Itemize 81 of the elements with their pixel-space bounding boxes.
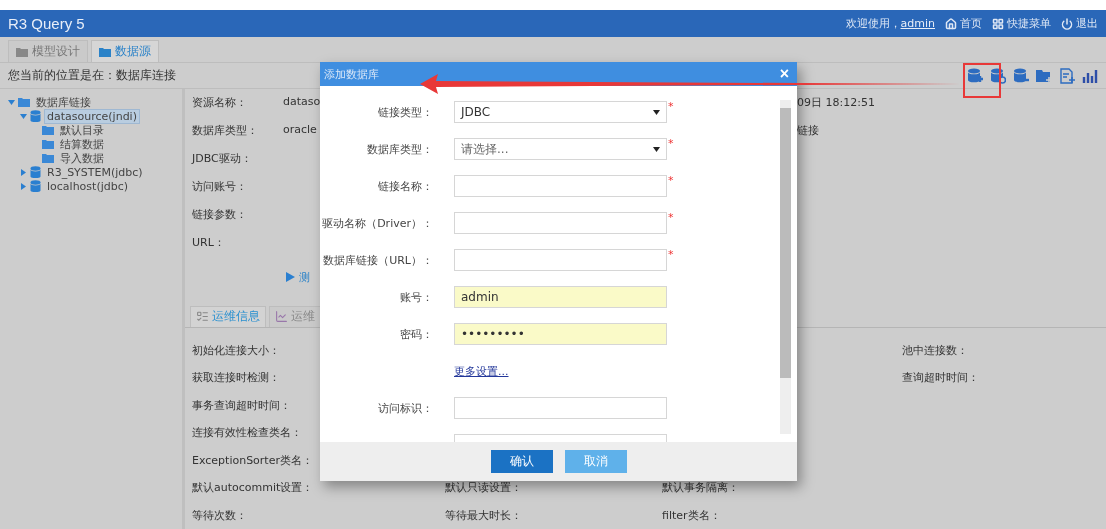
input-field[interactable] — [454, 175, 667, 197]
scrollbar[interactable] — [780, 100, 791, 434]
field-label: 链接名称： — [377, 178, 433, 194]
grid-icon — [992, 17, 1004, 30]
power-icon — [1061, 17, 1073, 30]
field-label: JDBC驱动： — [192, 151, 252, 167]
folder-icon — [18, 97, 30, 107]
field-label: 等待次数： — [192, 507, 247, 523]
field-value: oracle — [283, 123, 317, 138]
select-field[interactable]: JDBC — [454, 101, 667, 123]
dropdown-icon — [653, 146, 660, 152]
database-minus-icon[interactable] — [1013, 67, 1029, 84]
list-icon — [196, 310, 209, 323]
user-link[interactable]: admin — [900, 17, 935, 30]
input-field[interactable] — [454, 397, 667, 419]
field-label: 链接参数： — [192, 207, 247, 223]
field-label: 数据库类型： — [366, 141, 433, 157]
field-label: 链接类型： — [377, 104, 433, 120]
bar-chart-icon[interactable] — [1082, 67, 1098, 84]
line-chart-icon — [275, 310, 288, 323]
field-label: 默认事务隔离： — [662, 480, 739, 496]
folder-icon — [99, 46, 111, 57]
input-field[interactable]: admin — [454, 286, 667, 308]
confirm-button[interactable]: 确认 — [490, 450, 553, 473]
folder-icon — [42, 153, 54, 163]
required-mark: * — [668, 211, 674, 224]
field-label: 初始化连接大小： — [192, 342, 280, 358]
field-label: 访问账号： — [192, 179, 247, 195]
required-mark: * — [668, 100, 674, 113]
field-label: 数据库链接（URL）： — [322, 252, 433, 268]
app-title: R3 Query 5 — [8, 15, 85, 32]
document-plus-icon[interactable] — [1059, 67, 1075, 84]
field-label: 池中连接数： — [902, 342, 968, 358]
header-link[interactable]: 快捷菜单 — [992, 16, 1051, 31]
input-field[interactable] — [454, 212, 667, 234]
tree-item[interactable]: 数据库链接 — [33, 93, 94, 111]
folder-icon — [42, 139, 54, 149]
field-label: 密码： — [399, 326, 433, 342]
play-icon — [286, 272, 295, 282]
field-label: 访问标识： — [377, 400, 433, 416]
field-value: 链接 — [797, 123, 819, 139]
tree-item[interactable]: localhost(jdbc) — [44, 178, 132, 194]
tree-item[interactable]: datasource(jndi) — [44, 108, 140, 124]
field-label: 等待最大时长： — [445, 507, 522, 523]
field-label: 事务查询超时时间： — [192, 397, 291, 413]
highlight-annotation — [963, 63, 1001, 98]
field-label: 连接有效性检查类名： — [192, 425, 302, 441]
field-label: 查询超时时间： — [902, 370, 979, 386]
field-label: ExceptionSorter类名： — [192, 452, 313, 468]
input-field[interactable] — [454, 249, 667, 271]
tree-item[interactable]: R3_SYSTEM(jdbc) — [44, 164, 146, 180]
field-label: 账号： — [399, 289, 433, 305]
field-label: 驱动名称（Driver）： — [321, 215, 433, 231]
database-icon — [30, 180, 41, 192]
field-label: 获取连接时检测： — [192, 370, 280, 386]
database-icon — [30, 166, 41, 178]
greeting-text: 欢迎使用， — [845, 16, 901, 31]
input-field[interactable]: ••••••••• — [454, 323, 667, 345]
more-settings-link[interactable]: 更多设置... — [454, 363, 509, 379]
required-mark: * — [668, 174, 674, 187]
required-mark: * — [668, 248, 674, 261]
folder-plus-icon[interactable] — [1036, 67, 1052, 84]
select-field[interactable]: 请选择... — [454, 138, 667, 160]
field-label: 数据库类型： — [192, 123, 258, 139]
field-value: dataso — [283, 95, 321, 110]
close-button[interactable]: × — [779, 66, 789, 82]
required-mark: * — [668, 137, 674, 150]
field-label: URL： — [192, 235, 225, 251]
home-icon — [945, 17, 957, 30]
breadcrumb: 您当前的位置是在：数据库连接 — [8, 67, 176, 84]
database-icon — [30, 110, 41, 122]
dropdown-icon — [653, 109, 660, 115]
field-value: 09日 18:12:51 — [797, 95, 875, 111]
header-link[interactable]: 退出 — [1061, 16, 1098, 31]
header-link[interactable]: 首页 — [945, 16, 982, 31]
field-label: 默认只读设置： — [445, 480, 522, 496]
field-label: filter类名： — [662, 507, 721, 523]
field-label: 默认autocommit设置： — [192, 480, 314, 496]
field-label: 资源名称： — [192, 95, 247, 111]
dialog-title: 添加数据库 — [324, 66, 379, 82]
folder-icon — [16, 46, 28, 57]
